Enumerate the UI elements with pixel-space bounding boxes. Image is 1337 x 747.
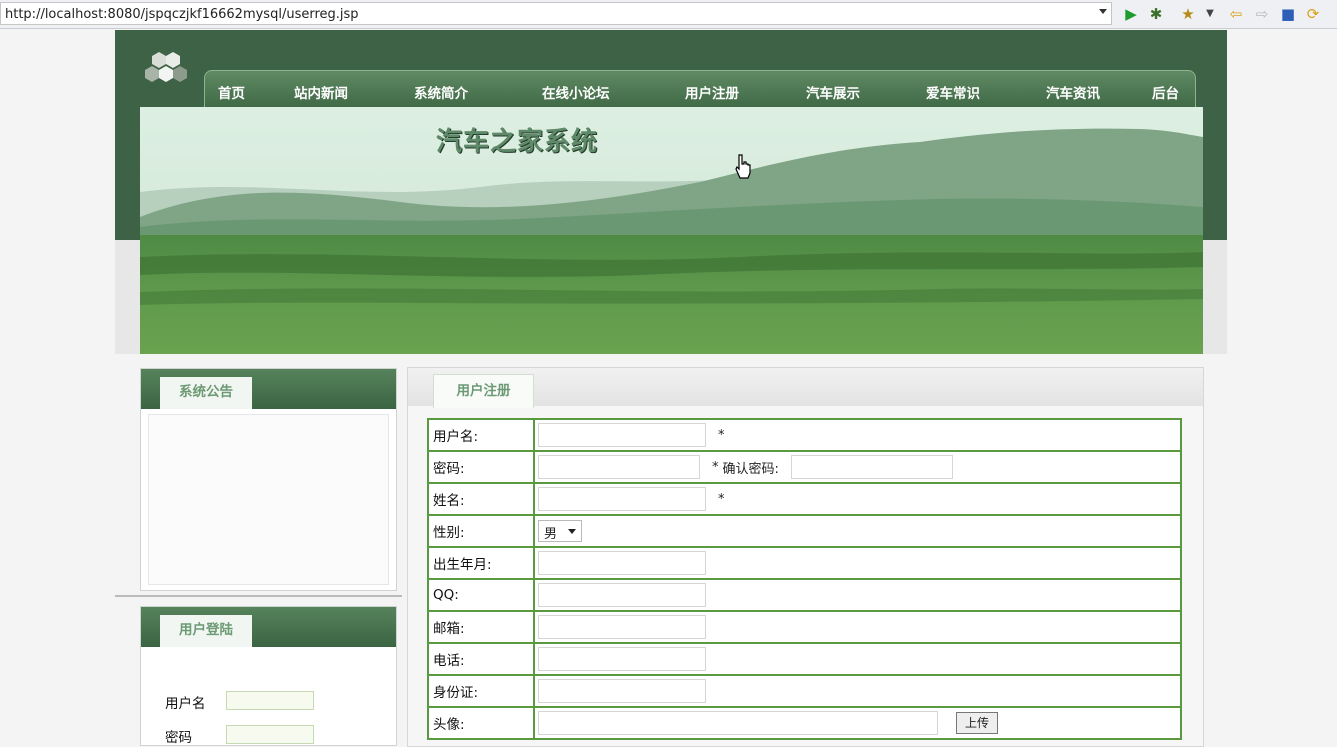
qq-label: QQ: [427,578,535,612]
row-username: 用户名: * [427,418,1182,452]
nav-forum[interactable]: 在线小论坛 [542,82,610,102]
qq-input[interactable] [538,583,706,607]
notice-content [148,414,389,585]
phone-input[interactable] [538,647,706,671]
login-password-label: 密码 [165,730,192,746]
url-text: http://localhost:8080/jspqczjkf16662mysq… [5,7,359,22]
register-form: 用户名: * 密码: * 确认密码: 姓名: * 性别: 男 出生年月: QQ: … [427,418,1182,740]
tab-user-register[interactable]: 用户注册 [433,374,534,408]
phone-label: 电话: [427,642,535,676]
site-title: 汽车之家系统 [436,127,599,157]
row-qq: QQ: [427,578,1182,612]
password-label: 密码: [427,450,535,484]
login-title: 用户登陆 [160,615,252,647]
row-idcard: 身份证: [427,674,1182,708]
login-username-input[interactable] [226,691,314,710]
login-password-input[interactable] [226,725,314,744]
stop-icon[interactable]: ■ [1278,4,1298,24]
nav-car-showcase[interactable]: 汽车展示 [806,82,860,102]
extension-icon[interactable]: ★ [1178,4,1198,24]
back-icon[interactable]: ⇦ [1226,4,1246,24]
username-label: 用户名: [427,418,535,452]
notice-panel: 系统公告 [140,368,397,591]
nav-news[interactable]: 站内新闻 [294,82,348,102]
nav-car-info[interactable]: 汽车资讯 [1046,82,1100,102]
required-mark: * [718,491,725,507]
gender-value: 男 [544,527,558,542]
row-avatar: 头像: 上传 [427,706,1182,740]
name-label: 姓名: [427,482,535,516]
select-arrow-icon [568,529,576,534]
login-header: 用户登陆 [141,607,396,647]
required-mark: * [712,459,719,475]
row-phone: 电话: [427,642,1182,676]
avatar-input[interactable] [538,711,938,735]
row-email: 邮箱: [427,610,1182,644]
password-input[interactable] [538,455,700,479]
gender-select[interactable]: 男 [538,520,582,542]
banner-image [140,107,1203,354]
gender-label: 性别: [427,514,535,548]
forward-icon[interactable]: ⇨ [1252,4,1272,24]
nav-car-knowledge[interactable]: 爱车常识 [926,82,980,102]
confirm-password-label: 确认密码: [722,461,779,477]
row-name: 姓名: * [427,482,1182,516]
notice-title: 系统公告 [160,377,252,409]
divider [115,595,402,597]
name-input[interactable] [538,487,706,511]
hexagon-logo-icon [145,52,187,82]
browser-toolbar: http://localhost:8080/jspqczjkf16662mysq… [0,0,1337,29]
upload-button[interactable]: 上传 [956,712,999,734]
birth-label: 出生年月: [427,546,535,580]
extension-dropdown-icon[interactable]: ▼ [1200,4,1220,24]
row-birth: 出生年月: [427,546,1182,580]
run-icon[interactable]: ▶ [1121,4,1141,24]
required-mark: * [718,427,725,443]
notice-header: 系统公告 [141,369,396,409]
login-username-label: 用户名 [165,696,206,712]
pointer-cursor-icon [735,154,751,179]
idcard-label: 身份证: [427,674,535,708]
email-label: 邮箱: [427,610,535,644]
address-bar[interactable]: http://localhost:8080/jspqczjkf16662mysq… [0,2,1112,25]
nav-home[interactable]: 首页 [218,82,245,102]
nav-intro[interactable]: 系统简介 [414,82,468,102]
birth-input[interactable] [538,551,706,575]
debug-icon[interactable]: ✱ [1146,4,1166,24]
confirm-password-input[interactable] [790,455,953,479]
username-input[interactable] [538,423,706,447]
avatar-label: 头像: [427,706,535,740]
refresh-icon[interactable]: ⟳ [1303,4,1323,24]
nav-register[interactable]: 用户注册 [685,82,739,102]
email-input[interactable] [538,615,706,639]
idcard-input[interactable] [538,679,706,703]
row-gender: 性别: 男 [427,514,1182,548]
row-password: 密码: * 确认密码: [427,450,1182,484]
nav-admin[interactable]: 后台 [1152,82,1179,102]
address-dropdown-icon[interactable] [1099,9,1107,14]
